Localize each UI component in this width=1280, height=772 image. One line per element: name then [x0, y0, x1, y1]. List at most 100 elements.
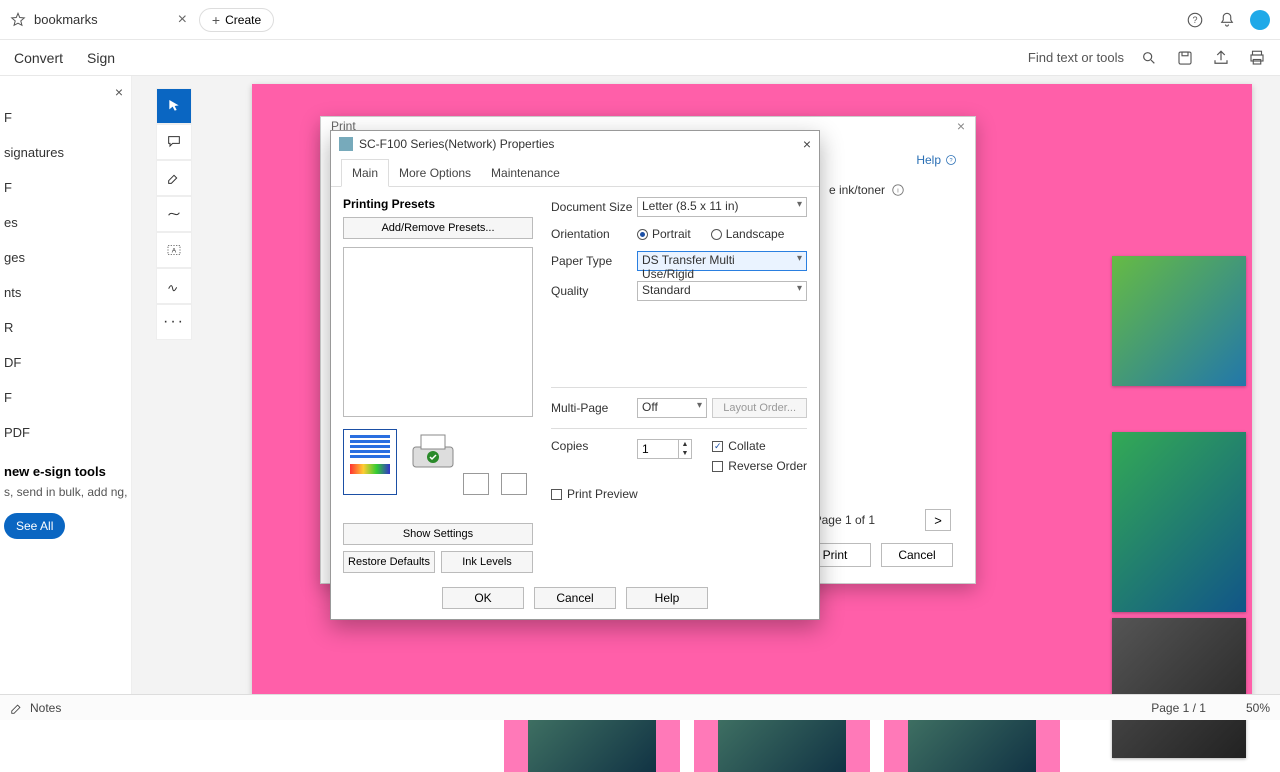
copies-input[interactable]	[637, 439, 679, 459]
save-ink-row[interactable]: e ink/toner i	[829, 183, 905, 197]
printer-preview-icon	[407, 429, 459, 477]
left-item[interactable]: ges	[4, 240, 127, 275]
sign-tool[interactable]	[156, 268, 192, 304]
see-all-button[interactable]: See All	[4, 513, 65, 539]
ok-button[interactable]: OK	[442, 587, 524, 609]
promo-title: new e-sign tools	[4, 464, 127, 479]
svg-text:?: ?	[1192, 15, 1197, 25]
pencil-icon	[10, 701, 24, 715]
collate-preview-icon	[463, 473, 489, 495]
create-label: Create	[225, 13, 261, 27]
orientation-portrait-radio[interactable]: Portrait	[637, 227, 691, 241]
menu-sign[interactable]: Sign	[75, 44, 127, 72]
show-settings-button[interactable]: Show Settings	[343, 523, 533, 545]
collate-checkbox[interactable]: Collate	[712, 439, 807, 453]
text-tool[interactable]: A	[156, 232, 192, 268]
select-tool[interactable]	[156, 88, 192, 124]
highlight-tool[interactable]	[156, 160, 192, 196]
left-item[interactable]: es	[4, 205, 127, 240]
titlebar-right: ?	[1186, 10, 1270, 30]
restore-defaults-button[interactable]: Restore Defaults	[343, 551, 435, 573]
tab-close-icon[interactable]: ×	[178, 11, 187, 29]
orientation-label: Orientation	[551, 227, 637, 241]
promo-desc: s, send in bulk, add ng, and more.	[4, 485, 127, 501]
printer-icon	[339, 137, 353, 151]
print-help-link[interactable]: Help ?	[916, 153, 957, 167]
svg-text:i: i	[897, 187, 898, 194]
photo-thumb	[1112, 432, 1246, 612]
radio-on-icon	[637, 229, 648, 240]
draw-tool[interactable]	[156, 196, 192, 232]
left-item[interactable]: DF	[4, 345, 127, 380]
properties-tabs: Main More Options Maintenance	[331, 157, 819, 187]
quality-select[interactable]: Standard	[637, 281, 807, 301]
left-item[interactable]: F	[4, 100, 127, 135]
paper-type-select[interactable]: DS Transfer Multi Use/Rigid	[637, 251, 807, 271]
left-item[interactable]: F	[4, 170, 127, 205]
print-preview-checkbox[interactable]: Print Preview	[551, 487, 638, 501]
paper-type-label: Paper Type	[551, 254, 637, 268]
collate-preview-icon	[501, 473, 527, 495]
help-button[interactable]: Help	[626, 587, 708, 609]
checkbox-off-icon	[712, 461, 723, 472]
user-avatar[interactable]	[1250, 10, 1270, 30]
comment-tool[interactable]	[156, 124, 192, 160]
bell-icon[interactable]	[1218, 11, 1236, 29]
info-icon: i	[891, 183, 905, 197]
zoom-level[interactable]: 50%	[1246, 701, 1270, 715]
ink-levels-button[interactable]: Ink Levels	[441, 551, 533, 573]
left-panel: × F signatures F es ges nts R DF F PDF n…	[0, 76, 132, 720]
checkbox-off-icon	[551, 489, 562, 500]
cancel-button[interactable]: Cancel	[534, 587, 616, 609]
print-icon[interactable]	[1242, 43, 1272, 73]
save-icon[interactable]	[1170, 43, 1200, 73]
photo-thumb	[1112, 256, 1246, 386]
reverse-order-checkbox[interactable]: Reverse Order	[712, 459, 807, 473]
copies-label: Copies	[551, 439, 637, 453]
help-icon[interactable]: ?	[1186, 11, 1204, 29]
find-label[interactable]: Find text or tools	[1028, 50, 1124, 65]
search-icon[interactable]	[1134, 43, 1164, 73]
print-dialog-close-icon[interactable]: ×	[957, 118, 965, 134]
svg-text:A: A	[172, 248, 177, 255]
svg-text:?: ?	[949, 158, 952, 164]
panel-close-icon[interactable]: ×	[115, 84, 123, 100]
left-item[interactable]: signatures	[4, 135, 127, 170]
left-item[interactable]: R	[4, 310, 127, 345]
star-icon	[10, 12, 26, 28]
orientation-landscape-radio[interactable]: Landscape	[711, 227, 785, 241]
layout-order-button[interactable]: Layout Order...	[712, 398, 807, 418]
tab-main[interactable]: Main	[341, 159, 389, 187]
quality-label: Quality	[551, 284, 637, 298]
print-page-info: Page 1 of 1	[814, 513, 875, 527]
notes-button[interactable]: Notes	[10, 701, 61, 715]
properties-footer: OK Cancel Help	[331, 587, 819, 609]
share-icon[interactable]	[1206, 43, 1236, 73]
photo-thumb	[1112, 618, 1246, 758]
print-next-page-button[interactable]: >	[925, 509, 951, 531]
multi-page-select[interactable]: Off	[637, 398, 707, 418]
tab-title: bookmarks	[34, 12, 98, 27]
page-indicator: Page 1 / 1	[1151, 701, 1206, 715]
add-remove-presets-button[interactable]: Add/Remove Presets...	[343, 217, 533, 239]
left-item[interactable]: PDF	[4, 415, 127, 450]
page-preview-icon	[343, 429, 397, 495]
left-item[interactable]: F	[4, 380, 127, 415]
radio-off-icon	[711, 229, 722, 240]
print-cancel-button[interactable]: Cancel	[881, 543, 953, 567]
tool-strip: A ···	[156, 88, 192, 340]
more-tools[interactable]: ···	[156, 304, 192, 340]
tab-maintenance[interactable]: Maintenance	[481, 160, 570, 186]
create-button[interactable]: + Create	[199, 8, 274, 32]
properties-close-icon[interactable]: ×	[803, 136, 811, 152]
promo-block: new e-sign tools s, send in bulk, add ng…	[4, 464, 127, 539]
copies-stepper[interactable]: ▲▼	[678, 439, 692, 459]
multi-page-label: Multi-Page	[551, 401, 637, 415]
tab-more-options[interactable]: More Options	[389, 160, 481, 186]
plus-icon: +	[212, 12, 220, 28]
left-item[interactable]: nts	[4, 275, 127, 310]
document-size-select[interactable]: Letter (8.5 x 11 in)	[637, 197, 807, 217]
presets-list[interactable]	[343, 247, 533, 417]
menu-convert[interactable]: Convert	[2, 44, 75, 72]
checkbox-on-icon	[712, 441, 723, 452]
